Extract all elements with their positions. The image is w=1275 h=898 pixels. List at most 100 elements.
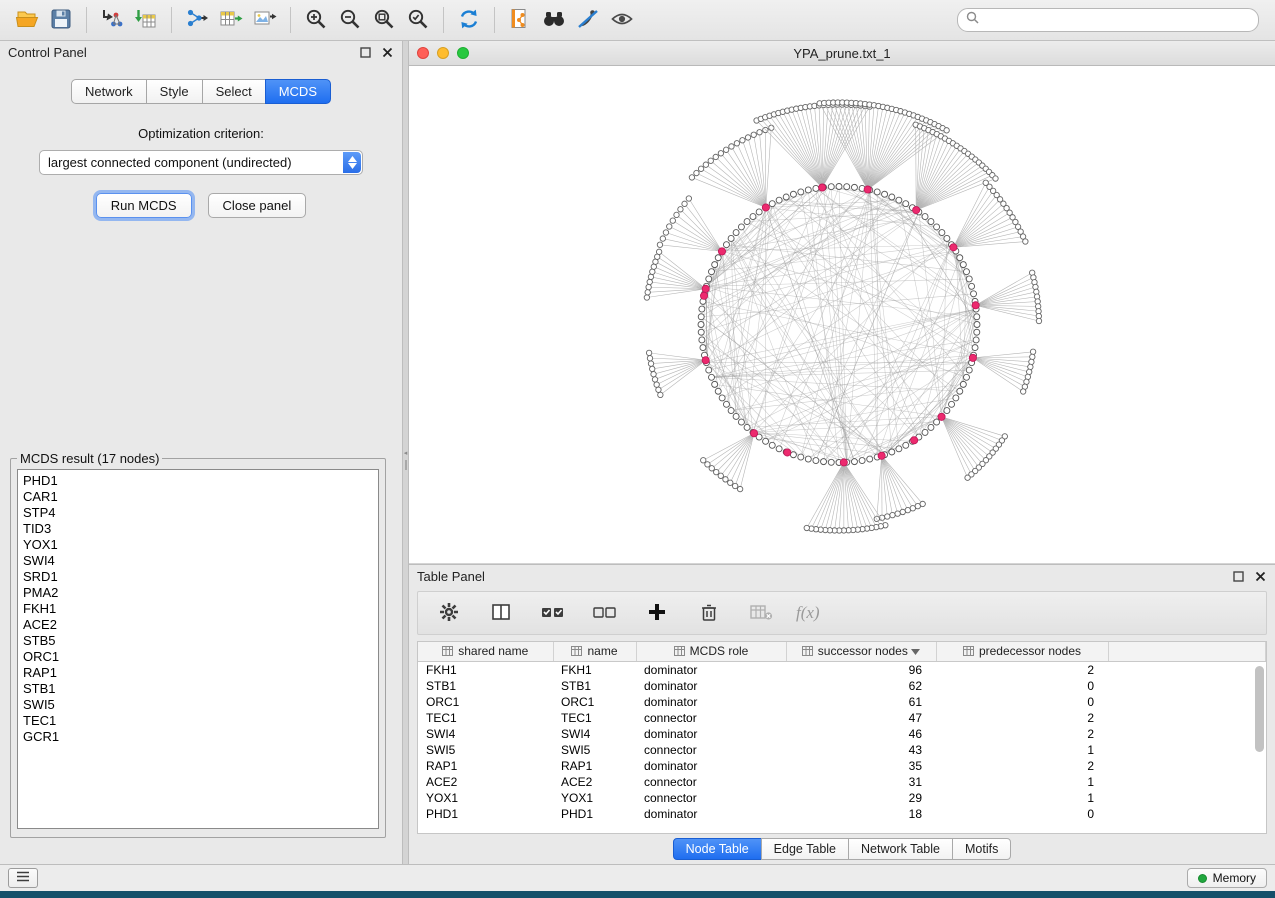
tab-mcds[interactable]: MCDS	[265, 79, 331, 104]
delete-table-button[interactable]	[744, 598, 778, 628]
result-item[interactable]: ORC1	[23, 649, 373, 665]
table-row[interactable]: YOX1YOX1connector291	[418, 790, 1266, 806]
network-window-titlebar[interactable]: YPA_prune.txt_1	[409, 41, 1275, 66]
table-cell: RAP1	[418, 758, 553, 774]
result-item[interactable]: TID3	[23, 521, 373, 537]
result-item[interactable]: TEC1	[23, 713, 373, 729]
result-item[interactable]: PMA2	[23, 585, 373, 601]
trash-icon	[699, 602, 719, 625]
export-network-button[interactable]	[180, 5, 214, 35]
result-item[interactable]: YOX1	[23, 537, 373, 553]
open-file-button[interactable]	[10, 5, 44, 35]
zoom-in-button[interactable]	[299, 5, 333, 35]
memory-button[interactable]: Memory	[1187, 868, 1267, 888]
table-cell: dominator	[636, 662, 786, 679]
table-settings-button[interactable]	[432, 598, 466, 628]
result-item[interactable]: RAP1	[23, 665, 373, 681]
import-network-button[interactable]	[95, 5, 129, 35]
result-item[interactable]: FKH1	[23, 601, 373, 617]
table-row[interactable]: FKH1FKH1dominator962	[418, 662, 1266, 679]
memory-status-icon	[1198, 874, 1207, 883]
result-item[interactable]: SRD1	[23, 569, 373, 585]
result-item[interactable]: STB1	[23, 681, 373, 697]
result-item[interactable]: SWI4	[23, 553, 373, 569]
tab-motifs[interactable]: Motifs	[952, 838, 1011, 860]
float-table-panel-icon[interactable]	[1231, 569, 1245, 583]
tab-node-table[interactable]: Node Table	[673, 838, 762, 860]
result-item[interactable]: GCR1	[23, 729, 373, 745]
find-button[interactable]	[537, 5, 571, 35]
network-window-title: YPA_prune.txt_1	[409, 46, 1275, 61]
run-mcds-button[interactable]: Run MCDS	[96, 193, 192, 218]
share-document-button[interactable]	[503, 5, 537, 35]
show-columns-button[interactable]	[484, 598, 518, 628]
column-header-predecessor-nodes[interactable]: predecessor nodes	[936, 642, 1108, 662]
search-icon	[966, 11, 979, 29]
tab-select[interactable]: Select	[202, 79, 266, 104]
show-details-button[interactable]	[605, 5, 639, 35]
result-item[interactable]: SWI5	[23, 697, 373, 713]
criterion-select[interactable]: largest connected component (undirected)	[39, 150, 363, 175]
table-row[interactable]: SWI5SWI5connector431	[418, 742, 1266, 758]
table-cell: RAP1	[553, 758, 636, 774]
task-history-button[interactable]	[8, 868, 38, 888]
close-panel-icon[interactable]	[380, 45, 394, 59]
export-table-button[interactable]	[214, 5, 248, 35]
table-cell: dominator	[636, 694, 786, 710]
close-table-panel-icon[interactable]	[1253, 569, 1267, 583]
zoom-selected-button[interactable]	[401, 5, 435, 35]
result-item[interactable]: STP4	[23, 505, 373, 521]
result-item[interactable]: CAR1	[23, 489, 373, 505]
control-panel-tabs: Network Style Select MCDS	[0, 79, 402, 104]
search-input[interactable]	[984, 12, 1250, 28]
scrollbar-thumb[interactable]	[1255, 666, 1264, 752]
zoom-out-button[interactable]	[333, 5, 367, 35]
hide-annotations-button[interactable]	[571, 5, 605, 35]
close-panel-button[interactable]: Close panel	[208, 193, 307, 218]
function-builder-button[interactable]: f(x)	[796, 603, 820, 623]
tab-network-table[interactable]: Network Table	[848, 838, 953, 860]
table-row[interactable]: TEC1TEC1connector472	[418, 710, 1266, 726]
table-cell: STB1	[553, 678, 636, 694]
mcds-result-list[interactable]: PHD1CAR1STP4TID3YOX1SWI4SRD1PMA2FKH1ACE2…	[17, 469, 379, 829]
column-header-shared-name[interactable]: shared name	[418, 642, 553, 662]
import-table-button[interactable]	[129, 5, 163, 35]
table-cell: 62	[786, 678, 936, 694]
select-all-button[interactable]	[536, 598, 570, 628]
table-row[interactable]: RAP1RAP1dominator352	[418, 758, 1266, 774]
add-column-button[interactable]	[640, 598, 674, 628]
table-cell: 46	[786, 726, 936, 742]
splitter-handle-icon[interactable]: ◂	[403, 446, 408, 472]
table-row[interactable]: ACE2ACE2connector311	[418, 774, 1266, 790]
table-panel-title: Table Panel	[417, 569, 485, 584]
network-graph[interactable]	[409, 66, 1275, 563]
result-item[interactable]: STB5	[23, 633, 373, 649]
zoom-fit-button[interactable]	[367, 5, 401, 35]
table-row[interactable]: ORC1ORC1dominator610	[418, 694, 1266, 710]
deselect-all-button[interactable]	[588, 598, 622, 628]
table-row[interactable]: PHD1PHD1dominator180	[418, 806, 1266, 822]
tab-edge-table[interactable]: Edge Table	[761, 838, 849, 860]
export-image-icon	[253, 7, 277, 34]
result-item[interactable]: PHD1	[23, 473, 373, 489]
column-header-successor-nodes[interactable]: successor nodes	[786, 642, 936, 662]
refresh-button[interactable]	[452, 5, 486, 35]
table-scrollbar[interactable]	[1255, 664, 1264, 831]
save-session-button[interactable]	[44, 5, 78, 35]
network-canvas[interactable]	[409, 66, 1275, 563]
table-cell: SWI4	[553, 726, 636, 742]
table-row[interactable]: STB1STB1dominator620	[418, 678, 1266, 694]
result-item[interactable]: ACE2	[23, 617, 373, 633]
search-box[interactable]	[957, 8, 1259, 32]
table-row[interactable]: SWI4SWI4dominator462	[418, 726, 1266, 742]
export-image-button[interactable]	[248, 5, 282, 35]
zoom-selected-icon	[406, 7, 430, 34]
delete-column-button[interactable]	[692, 598, 726, 628]
table-panel-header: Table Panel	[409, 565, 1275, 587]
tab-style[interactable]: Style	[146, 79, 203, 104]
column-header-name[interactable]: name	[553, 642, 636, 662]
float-panel-icon[interactable]	[358, 45, 372, 59]
tab-network[interactable]: Network	[71, 79, 147, 104]
column-header-mcds-role[interactable]: MCDS role	[636, 642, 786, 662]
vertical-splitter[interactable]: ◂	[402, 41, 409, 864]
